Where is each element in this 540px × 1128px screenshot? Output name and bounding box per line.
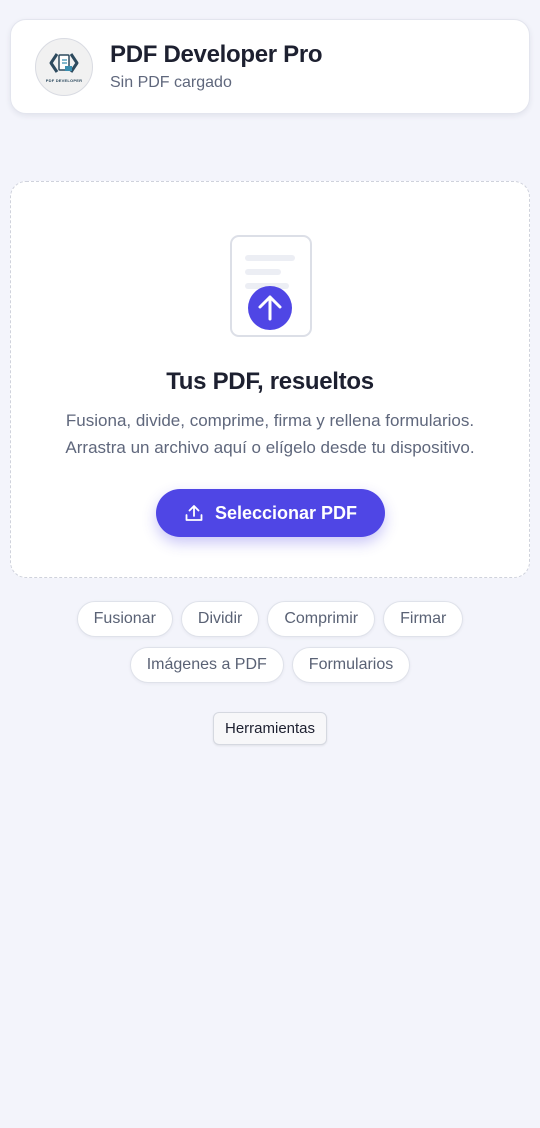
feature-chips-row-1: Fusionar Dividir Comprimir Firmar	[0, 601, 540, 637]
app-header: PDF DEVELOPER PDF Developer Pro Sin PDF …	[10, 19, 530, 114]
logo-caption: PDF DEVELOPER	[45, 78, 83, 83]
app-logo: PDF DEVELOPER	[35, 37, 93, 96]
chip-dividir[interactable]: Dividir	[180, 601, 260, 637]
select-pdf-button[interactable]: Seleccionar PDF	[156, 489, 385, 537]
chip-imagenes-a-pdf[interactable]: Imágenes a PDF	[129, 647, 284, 683]
upload-document-icon	[230, 235, 312, 337]
header-titles: PDF Developer Pro Sin PDF cargado	[110, 41, 323, 92]
hero-description-line-2: Arrastra un archivo aquí o elígelo desde…	[65, 438, 475, 457]
upload-icon	[185, 505, 203, 521]
pdf-dropzone[interactable]: Tus PDF, resueltos Fusiona, divide, comp…	[10, 181, 530, 578]
file-status: Sin PDF cargado	[110, 74, 232, 91]
chip-firmar[interactable]: Firmar	[383, 601, 464, 637]
hero-title: Tus PDF, resueltos	[166, 368, 374, 395]
chip-fusionar[interactable]: Fusionar	[76, 601, 173, 637]
chip-formularios[interactable]: Formularios	[291, 647, 411, 683]
app-title: PDF Developer Pro	[110, 41, 323, 68]
select-pdf-label: Seleccionar PDF	[214, 502, 358, 523]
hero-description-line-1: Fusiona, divide, comprime, firma y relle…	[65, 411, 475, 430]
feature-chips-row-2: Imágenes a PDF Formularios	[0, 647, 540, 683]
logo-mark-icon	[49, 53, 79, 73]
chip-comprimir[interactable]: Comprimir	[267, 601, 376, 637]
tools-button[interactable]: Herramientas	[213, 712, 327, 745]
hero-description: Fusiona, divide, comprime, firma y relle…	[11, 407, 529, 461]
